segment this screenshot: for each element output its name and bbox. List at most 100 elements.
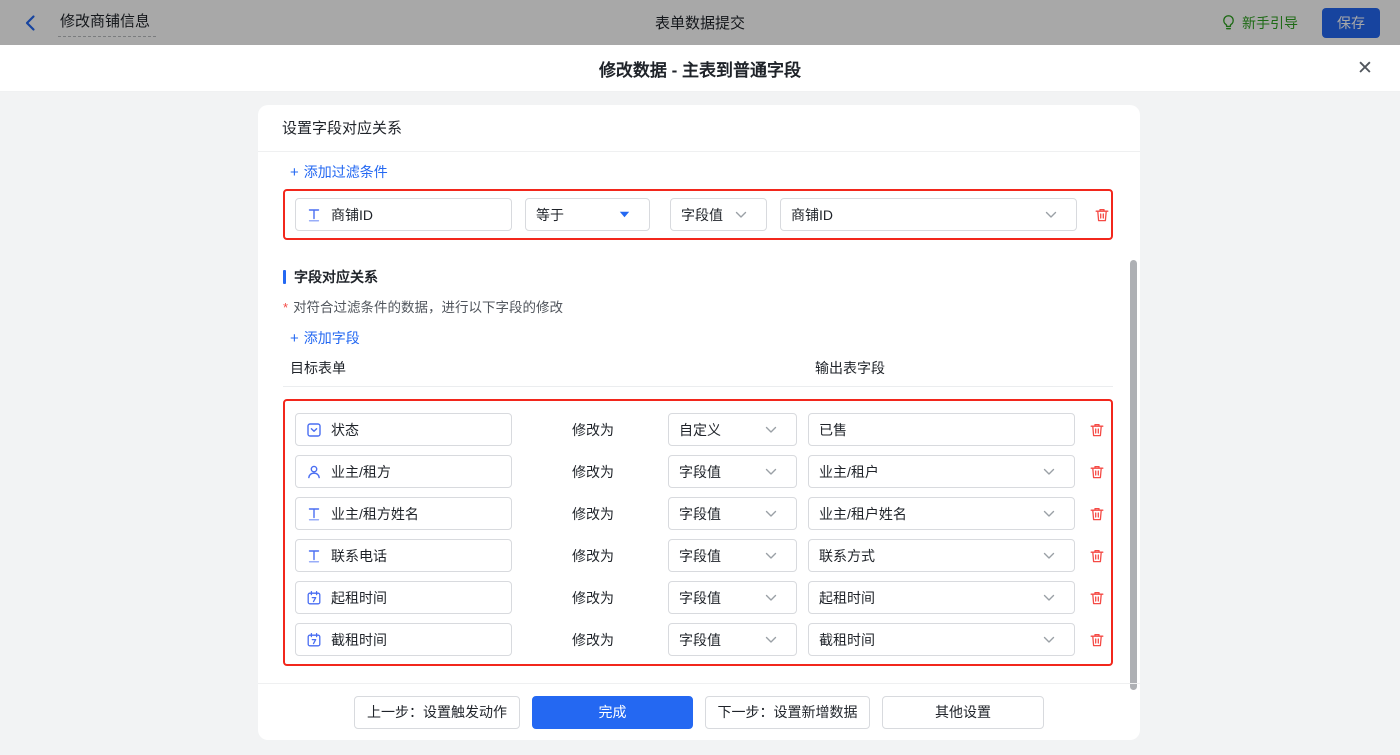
target-field-input[interactable]: 截租时间	[295, 623, 512, 656]
delete-row-button[interactable]	[1089, 590, 1105, 606]
modal-header: 修改数据 - 主表到普通字段 ✕	[0, 45, 1400, 92]
mapping-row: 起租时间 修改为 字段值 起租时间	[295, 581, 1111, 614]
select-field-icon	[306, 422, 322, 438]
trash-icon	[1089, 632, 1105, 648]
value-type-select[interactable]: 字段值	[668, 497, 797, 530]
chevron-down-icon	[1043, 468, 1055, 476]
modify-to-label: 修改为	[572, 421, 614, 438]
chevron-down-icon	[1045, 211, 1057, 219]
value-type-select[interactable]: 自定义	[668, 413, 797, 446]
value-type-select[interactable]: 字段值	[668, 539, 797, 572]
chevron-down-icon	[1043, 636, 1055, 644]
close-icon[interactable]: ✕	[1354, 57, 1376, 79]
delete-row-button[interactable]	[1089, 548, 1105, 564]
trash-icon	[1089, 590, 1105, 606]
card-footer: 上一步：设置触发动作 完成 下一步：设置新增数据 其他设置	[258, 683, 1140, 740]
mapping-row: 联系电话 修改为 字段值 联系方式	[295, 539, 1111, 572]
column-header-output: 输出表字段	[815, 360, 885, 376]
value-type-select[interactable]: 字段值	[668, 623, 797, 656]
field-mappings-highlight: 状态 修改为 自定义 已售 业主/租方 修改为 字段值 业主/租户 业主/租方姓名 修改为 字段值业…	[283, 399, 1113, 666]
section-accent-bar	[283, 270, 286, 284]
chevron-down-icon	[735, 211, 747, 219]
output-field-select[interactable]: 业主/租户	[808, 455, 1075, 488]
output-field-select[interactable]: 起租时间	[808, 581, 1075, 614]
plus-icon: +	[290, 163, 299, 181]
value-type-select[interactable]: 字段值	[668, 581, 797, 614]
value-type-select[interactable]: 字段值	[668, 455, 797, 488]
column-divider	[283, 386, 1113, 387]
filter-operator-select[interactable]: 等于	[525, 198, 650, 231]
value-type-label: 字段值	[679, 505, 721, 522]
filter-value-select[interactable]: 商铺ID	[780, 198, 1077, 231]
delete-row-button[interactable]	[1089, 422, 1105, 438]
modify-to-label: 修改为	[572, 631, 614, 648]
delete-row-button[interactable]	[1089, 506, 1105, 522]
output-field-label: 已售	[819, 421, 847, 438]
mapping-row: 业主/租方 修改为 字段值 业主/租户	[295, 455, 1111, 488]
chevron-down-icon	[765, 468, 777, 476]
done-button[interactable]: 完成	[532, 695, 693, 729]
output-field-label: 截租时间	[819, 631, 875, 648]
chevron-down-icon	[765, 510, 777, 518]
chevron-down-icon	[1043, 552, 1055, 560]
delete-filter-button[interactable]	[1094, 207, 1110, 223]
chevron-down-icon	[1043, 594, 1055, 602]
modify-to-label: 修改为	[572, 589, 614, 606]
add-field-link[interactable]: + 添加字段	[290, 328, 360, 348]
output-field-select[interactable]: 业主/租户姓名	[808, 497, 1075, 530]
trash-icon	[1089, 422, 1105, 438]
plus-icon: +	[290, 329, 299, 347]
text-field-icon	[306, 548, 322, 564]
topbar: 修改商铺信息 表单数据提交 新手引导 保存	[0, 0, 1400, 45]
trash-icon	[1089, 548, 1105, 564]
trash-icon	[1089, 506, 1105, 522]
value-type-label: 字段值	[679, 463, 721, 480]
delete-row-button[interactable]	[1089, 464, 1105, 480]
filter-field-input[interactable]: 商铺ID	[295, 198, 512, 231]
mapping-row: 业主/租方姓名 修改为 字段值 业主/租户姓名	[295, 497, 1111, 530]
output-field-select[interactable]: 联系方式	[808, 539, 1075, 572]
value-type-label: 字段值	[679, 547, 721, 564]
modify-to-label: 修改为	[572, 505, 614, 522]
target-field-input[interactable]: 联系电话	[295, 539, 512, 572]
modify-to-label: 修改为	[572, 463, 614, 480]
prev-step-button[interactable]: 上一步：设置触发动作	[354, 695, 520, 729]
trash-icon	[1089, 464, 1105, 480]
section-description: * 对符合过滤条件的数据，进行以下字段的修改	[283, 300, 564, 315]
text-field-icon	[306, 506, 322, 522]
delete-row-button[interactable]	[1089, 632, 1105, 648]
target-field-label: 业主/租方姓名	[331, 505, 419, 522]
target-field-label: 业主/租方	[331, 463, 391, 480]
target-field-input[interactable]: 业主/租方	[295, 455, 512, 488]
value-type-label: 字段值	[679, 589, 721, 606]
chevron-down-icon	[765, 426, 777, 434]
scrollbar-thumb[interactable]	[1130, 260, 1137, 690]
caret-down-icon	[619, 211, 630, 218]
chevron-down-icon	[1043, 510, 1055, 518]
text-field-icon	[306, 207, 322, 223]
modal-body: 设置字段对应关系 + 添加过滤条件 商铺ID 等于 字段值 商铺ID 字段对应关…	[0, 92, 1400, 755]
target-field-input[interactable]: 业主/租方姓名	[295, 497, 512, 530]
filter-condition-highlight: 商铺ID 等于 字段值 商铺ID	[283, 189, 1113, 240]
add-filter-link[interactable]: + 添加过滤条件	[290, 162, 388, 182]
date-icon	[306, 632, 322, 648]
mapping-row: 状态 修改为 自定义 已售	[295, 413, 1111, 446]
output-field-label: 起租时间	[819, 589, 875, 606]
output-field-input[interactable]: 已售	[808, 413, 1075, 446]
output-field-select[interactable]: 截租时间	[808, 623, 1075, 656]
chevron-down-icon	[765, 594, 777, 602]
filter-value-type-select[interactable]: 字段值	[670, 198, 767, 231]
target-field-input[interactable]: 状态	[295, 413, 512, 446]
target-field-input[interactable]: 起租时间	[295, 581, 512, 614]
target-field-label: 状态	[331, 421, 359, 438]
output-field-label: 业主/租户姓名	[819, 505, 907, 522]
settings-card: 设置字段对应关系 + 添加过滤条件 商铺ID 等于 字段值 商铺ID 字段对应关…	[258, 105, 1140, 740]
other-settings-button[interactable]: 其他设置	[882, 695, 1044, 729]
modify-to-label: 修改为	[572, 547, 614, 564]
output-field-label: 业主/租户	[819, 463, 879, 480]
chevron-down-icon	[765, 636, 777, 644]
card-title: 设置字段对应关系	[258, 105, 1140, 152]
date-icon	[306, 590, 322, 606]
next-step-button[interactable]: 下一步：设置新增数据	[705, 695, 870, 729]
trash-icon	[1094, 207, 1110, 223]
